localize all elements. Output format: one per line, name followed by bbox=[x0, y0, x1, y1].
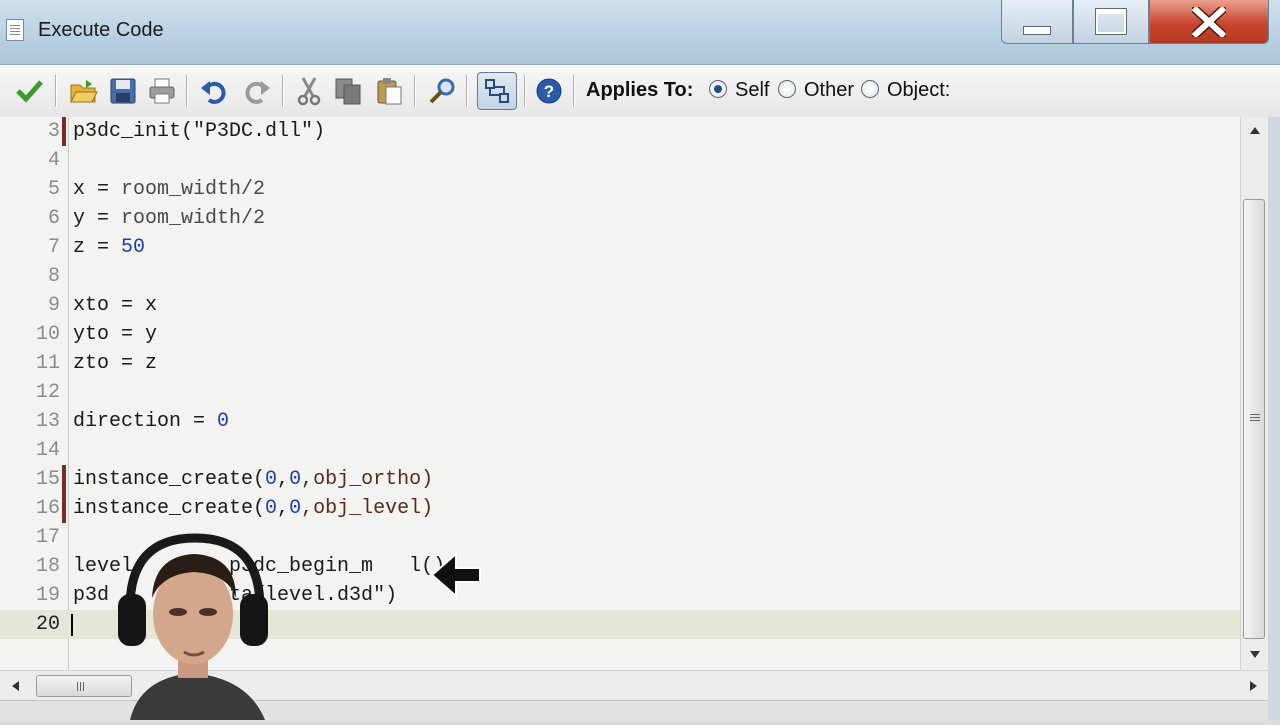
vertical-scroll-thumb[interactable] bbox=[1243, 199, 1265, 639]
line-number: 19 bbox=[35, 584, 60, 607]
paste-button[interactable] bbox=[372, 74, 406, 108]
code-text[interactable]: zto = z bbox=[73, 349, 157, 378]
vertical-scrollbar[interactable] bbox=[1240, 117, 1269, 670]
webcam-overlay bbox=[100, 528, 290, 720]
scroll-left-icon[interactable] bbox=[12, 681, 19, 691]
save-disk-icon bbox=[110, 78, 136, 104]
line-number: 7 bbox=[47, 236, 60, 259]
print-button[interactable] bbox=[145, 74, 179, 108]
scroll-down-icon[interactable] bbox=[1250, 651, 1260, 658]
redo-button[interactable] bbox=[240, 74, 274, 108]
title-bar: Execute Code bbox=[0, 0, 1280, 64]
code-text[interactable]: instance_create(0,0,obj_ortho) bbox=[73, 465, 433, 494]
radio-self[interactable] bbox=[709, 80, 727, 98]
code-text[interactable]: xto = x bbox=[73, 291, 157, 320]
line-number: 13 bbox=[35, 410, 60, 433]
line-number: 20 bbox=[35, 613, 60, 636]
text-caret bbox=[71, 614, 73, 636]
code-line[interactable]: 10 yto = y bbox=[0, 320, 1240, 349]
code-view-toggle[interactable] bbox=[477, 72, 517, 110]
line-number: 17 bbox=[35, 526, 60, 549]
radio-other[interactable] bbox=[778, 80, 796, 98]
radio-other-label[interactable]: Other bbox=[804, 79, 854, 102]
line-number: 11 bbox=[35, 352, 60, 375]
code-text[interactable]: direction = 0 bbox=[73, 407, 229, 436]
undo-icon bbox=[201, 81, 226, 104]
line-number: 4 bbox=[47, 149, 60, 172]
line-number: 8 bbox=[47, 265, 60, 288]
magnifier-icon bbox=[429, 78, 455, 104]
save-button[interactable] bbox=[106, 74, 140, 108]
line-number: 5 bbox=[47, 178, 60, 201]
scroll-up-icon[interactable] bbox=[1250, 127, 1260, 134]
redo-icon bbox=[245, 81, 270, 104]
applies-to-label: Applies To: bbox=[586, 79, 694, 101]
maximize-button[interactable] bbox=[1073, 0, 1149, 44]
line-change-marker bbox=[62, 117, 66, 146]
line-number: 6 bbox=[47, 207, 60, 230]
line-number: 14 bbox=[35, 439, 60, 462]
code-line[interactable]: 12 bbox=[0, 378, 1240, 407]
mouse-pointer-icon bbox=[428, 550, 484, 605]
line-number: 10 bbox=[35, 323, 60, 346]
printer-icon bbox=[149, 78, 175, 104]
line-number: 18 bbox=[35, 555, 60, 578]
paste-icon bbox=[377, 78, 402, 105]
line-change-marker bbox=[62, 494, 66, 523]
line-number: 3 bbox=[47, 120, 60, 143]
ok-button[interactable] bbox=[12, 74, 46, 108]
help-icon: ? bbox=[536, 78, 562, 104]
line-number: 16 bbox=[35, 497, 60, 520]
radio-object-label[interactable]: Object: bbox=[887, 79, 950, 102]
code-line[interactable]: 4 bbox=[0, 146, 1240, 175]
window-title: Execute Code bbox=[38, 19, 164, 41]
code-text[interactable]: y = room_width/2 bbox=[73, 204, 265, 233]
scroll-right-icon[interactable] bbox=[1250, 681, 1257, 691]
code-line[interactable]: 8 bbox=[0, 262, 1240, 291]
code-text[interactable]: x = room_width/2 bbox=[73, 175, 265, 204]
code-line[interactable]: 16 instance_create(0,0,obj_level) bbox=[0, 494, 1240, 523]
code-view-icon bbox=[485, 79, 509, 103]
copy-button[interactable] bbox=[331, 74, 365, 108]
code-line[interactable]: 5 x = room_width/2 bbox=[0, 175, 1240, 204]
code-text[interactable]: yto = y bbox=[73, 320, 157, 349]
window-border bbox=[1268, 117, 1280, 720]
line-number: 15 bbox=[35, 468, 60, 491]
code-text[interactable]: instance_create(0,0,obj_level) bbox=[73, 494, 433, 523]
code-line[interactable]: 11 zto = z bbox=[0, 349, 1240, 378]
line-change-marker bbox=[62, 465, 66, 494]
toolbar: ? Applies To: Self Other Object: bbox=[0, 64, 1280, 118]
close-button[interactable] bbox=[1149, 0, 1269, 44]
open-button[interactable] bbox=[66, 74, 100, 108]
cut-button[interactable] bbox=[292, 74, 326, 108]
undo-button[interactable] bbox=[197, 74, 231, 108]
code-line[interactable]: 9 xto = x bbox=[0, 291, 1240, 320]
code-text[interactable]: p3dc_init("P3DC.dll") bbox=[73, 117, 325, 146]
copy-icon bbox=[335, 78, 361, 105]
radio-object[interactable] bbox=[861, 80, 879, 98]
code-line[interactable]: 6 y = room_width/2 bbox=[0, 204, 1240, 233]
open-folder-icon bbox=[70, 80, 98, 103]
help-button[interactable]: ? bbox=[532, 74, 566, 108]
close-icon bbox=[1192, 6, 1226, 37]
checkmark-icon bbox=[16, 80, 43, 103]
radio-self-label[interactable]: Self bbox=[735, 79, 769, 102]
line-number: 12 bbox=[35, 381, 60, 404]
code-line[interactable]: 7 z = 50 bbox=[0, 233, 1240, 262]
line-number: 9 bbox=[47, 294, 60, 317]
scissors-icon bbox=[297, 77, 321, 106]
code-line[interactable]: 3 p3dc_init("P3DC.dll") bbox=[0, 117, 1240, 146]
maximize-icon bbox=[1096, 9, 1126, 34]
code-text[interactable]: z = 50 bbox=[73, 233, 145, 262]
minimize-button[interactable] bbox=[1001, 0, 1073, 44]
document-icon bbox=[6, 19, 24, 41]
svg-text:?: ? bbox=[544, 82, 554, 101]
minimize-icon bbox=[1023, 26, 1051, 35]
code-line[interactable]: 14 bbox=[0, 436, 1240, 465]
find-button[interactable] bbox=[425, 74, 459, 108]
code-line[interactable]: 13 direction = 0 bbox=[0, 407, 1240, 436]
code-line[interactable]: 15 instance_create(0,0,obj_ortho) bbox=[0, 465, 1240, 494]
